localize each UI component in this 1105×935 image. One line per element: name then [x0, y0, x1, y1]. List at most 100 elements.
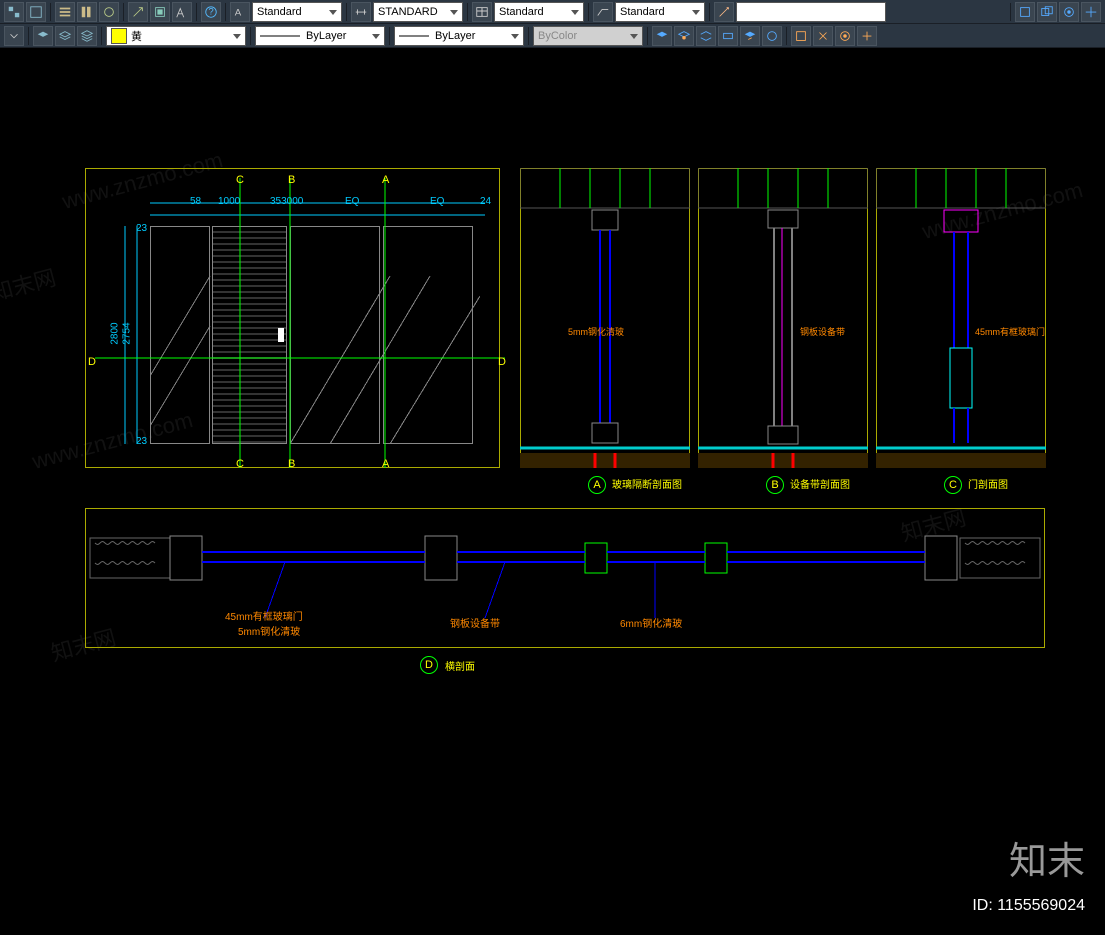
- glass-panel-2: [383, 226, 473, 444]
- tablestyle-value: Standard: [499, 6, 544, 18]
- layer-btn-3[interactable]: [77, 26, 97, 46]
- prop-btn-10[interactable]: [857, 26, 877, 46]
- tablestyle-icon[interactable]: [472, 2, 492, 22]
- label-d: 横剖面: [445, 658, 475, 673]
- section-mark-b-top: B: [288, 174, 295, 186]
- prop-btn-2[interactable]: [674, 26, 694, 46]
- linetype-select[interactable]: ByLayer: [255, 26, 385, 46]
- dim-v3: 2800: [110, 322, 121, 344]
- plotstyle-select[interactable]: ByColor: [533, 26, 643, 46]
- section-mark-c-top: C: [236, 174, 244, 186]
- dim-h6: 24: [480, 196, 491, 207]
- dim-h3: 353000: [270, 196, 303, 207]
- help-icon[interactable]: ?: [201, 2, 221, 22]
- prop-btn-9[interactable]: [835, 26, 855, 46]
- mleader-select[interactable]: Standard: [615, 2, 705, 22]
- label-a: 玻璃隔断剖面图: [612, 476, 682, 491]
- section-mark-c-bot: C: [236, 458, 244, 470]
- dim-v1: 23: [136, 223, 147, 234]
- section-a-frame: [520, 168, 690, 468]
- mleader-value: Standard: [620, 6, 665, 18]
- textstyle-select[interactable]: Standard: [252, 2, 342, 22]
- plan-note-2: 5mm钢化清玻: [238, 623, 300, 638]
- prop-btn-7[interactable]: [791, 26, 811, 46]
- tool-btn-10[interactable]: [1015, 2, 1035, 22]
- textstyle-value: Standard: [257, 6, 302, 18]
- tool-btn-12[interactable]: [1059, 2, 1079, 22]
- tool-btn-2[interactable]: [26, 2, 46, 22]
- prop-btn-4[interactable]: [718, 26, 738, 46]
- tool-btn-7[interactable]: [150, 2, 170, 22]
- tag-b: B: [766, 476, 784, 494]
- prop-btn-8[interactable]: [813, 26, 833, 46]
- label-c: 门剖面图: [968, 476, 1008, 491]
- lineweight-select[interactable]: ByLayer: [394, 26, 524, 46]
- tag-d: D: [420, 656, 438, 674]
- door-leaf: [150, 226, 210, 444]
- prop-btn-5[interactable]: [740, 26, 760, 46]
- tool-btn-8[interactable]: [172, 2, 192, 22]
- tool-btn-5[interactable]: [99, 2, 119, 22]
- svg-text:A: A: [235, 7, 242, 18]
- section-mark-a-top: A: [382, 174, 389, 186]
- tool-btn-4[interactable]: [77, 2, 97, 22]
- dimstyle-value: STANDARD: [378, 6, 438, 18]
- dim-h4: EQ: [345, 196, 359, 207]
- textstyle-icon[interactable]: A: [230, 2, 250, 22]
- equipment-band: [212, 226, 287, 444]
- section-c-frame: [876, 168, 1046, 468]
- layer-btn-1[interactable]: [33, 26, 53, 46]
- layer-btn-2[interactable]: [55, 26, 75, 46]
- section-mark-d-right: D: [498, 356, 506, 368]
- tool-btn-3[interactable]: [55, 2, 75, 22]
- command-input[interactable]: [736, 2, 886, 22]
- plotstyle-value: ByColor: [538, 30, 577, 42]
- section-mark-a-bot: A: [382, 458, 389, 470]
- mleader-icon[interactable]: [593, 2, 613, 22]
- dropdown-icon[interactable]: [4, 26, 24, 46]
- tool-btn-9[interactable]: [714, 2, 734, 22]
- dim-v2: 2754: [122, 322, 133, 344]
- label-b: 设备带剖面图: [790, 476, 850, 491]
- section-c-note: 45mm有框玻璃门: [975, 325, 1045, 338]
- toolbar-row-1: ? A Standard STANDARD Standard Standard: [0, 0, 1105, 24]
- color-label: 黄: [131, 28, 142, 44]
- linetype-value: ByLayer: [306, 30, 346, 42]
- drawing-canvas[interactable]: www.znzmo.com 知末网 www.znzmo.com 知末网 www.…: [0, 48, 1105, 935]
- dimstyle-icon[interactable]: [351, 2, 371, 22]
- image-id: ID: 1155569024: [972, 897, 1085, 915]
- dim-h2: 1000: [218, 196, 240, 207]
- plan-note-4: 6mm钢化清玻: [620, 615, 682, 630]
- section-mark-b-bot: B: [288, 458, 295, 470]
- dim-h1: 58: [190, 196, 201, 207]
- tag-a: A: [588, 476, 606, 494]
- section-mark-d-left: D: [88, 356, 96, 368]
- section-a-note: 5mm钢化清玻: [568, 325, 624, 338]
- plan-note-1: 45mm有框玻璃门: [225, 608, 303, 623]
- section-b-note: 钢板设备带: [800, 325, 845, 338]
- lineweight-value: ByLayer: [435, 30, 475, 42]
- dim-h5: EQ: [430, 196, 444, 207]
- svg-text:?: ?: [208, 6, 213, 17]
- tool-btn-6[interactable]: [128, 2, 148, 22]
- tag-c: C: [944, 476, 962, 494]
- tool-btn-11[interactable]: [1037, 2, 1057, 22]
- prop-btn-3[interactable]: [696, 26, 716, 46]
- door-handle: [278, 328, 284, 342]
- tool-btn-1[interactable]: [4, 2, 24, 22]
- plan-note-3: 钢板设备带: [450, 615, 500, 630]
- section-b-frame: [698, 168, 868, 468]
- toolbar-row-2: 黄 ByLayer ByLayer ByColor: [0, 24, 1105, 48]
- tool-btn-13[interactable]: [1081, 2, 1101, 22]
- prop-btn-1[interactable]: [652, 26, 672, 46]
- section-d-frame: [85, 508, 1045, 648]
- brand-watermark: 知末: [1009, 830, 1085, 885]
- color-swatch: [111, 28, 127, 44]
- dimstyle-select[interactable]: STANDARD: [373, 2, 463, 22]
- prop-btn-6[interactable]: [762, 26, 782, 46]
- watermark-cn: 知末网: [0, 260, 59, 308]
- glass-panel-1: [290, 226, 380, 444]
- dim-v4: 23: [136, 436, 147, 447]
- tablestyle-select[interactable]: Standard: [494, 2, 584, 22]
- color-select[interactable]: 黄: [106, 26, 246, 46]
